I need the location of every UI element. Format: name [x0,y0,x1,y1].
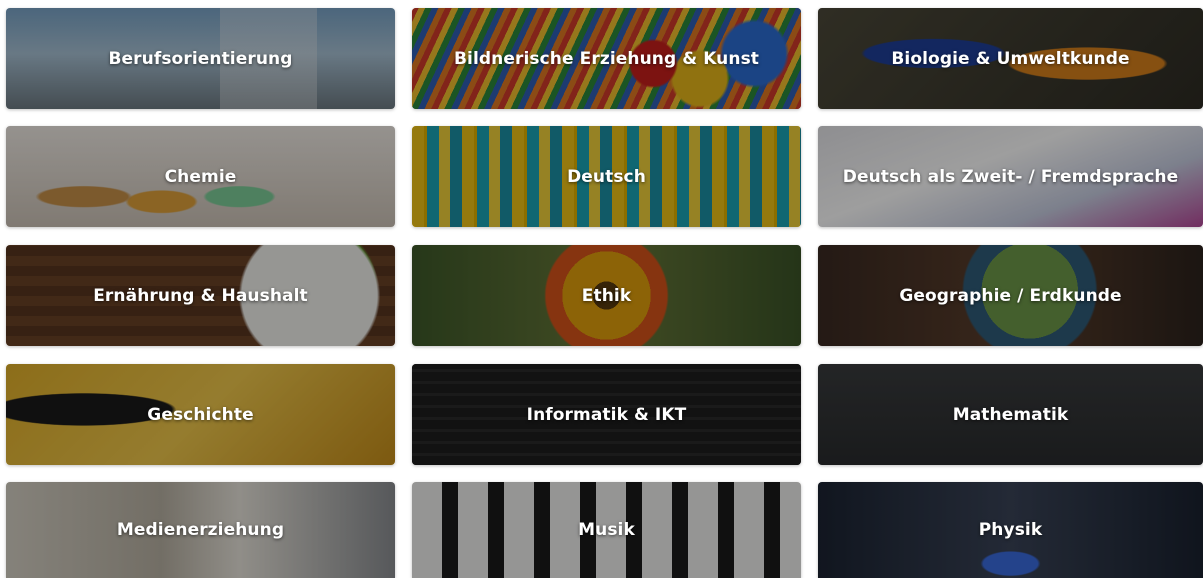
tile-label: Geographie / Erdkunde [899,285,1122,306]
tile-medienerziehung[interactable]: Medienerziehung [6,482,395,578]
tile-musik[interactable]: Musik [412,482,801,578]
tile-mathematik[interactable]: Mathematik [818,364,1203,465]
tile-label: Mathematik [952,404,1069,425]
tile-label: Physik [978,520,1043,540]
tile-label: Musik [578,520,635,540]
tile-label: Berufsorientierung [108,48,293,69]
tile-label: Ernährung & Haushalt [93,285,308,306]
tile-label: Informatik & IKT [526,404,687,425]
tile-label: Deutsch [567,166,646,187]
tile-label: Bildnerische Erziehung & Kunst [453,48,760,69]
tile-deutsch-als-zweit-fremdsprache[interactable]: Deutsch als Zweit- / Fremdsprache [818,126,1203,227]
tile-informatik-ikt[interactable]: Informatik & IKT [412,364,801,465]
tile-label: Deutsch als Zweit- / Fremdsprache [842,166,1179,187]
tile-label: Ethik [581,285,632,306]
tile-label: Medienerziehung [116,520,285,540]
tile-geschichte[interactable]: Geschichte [6,364,395,465]
tile-ernaehrung-haushalt[interactable]: Ernährung & Haushalt [6,245,395,346]
tile-deutsch[interactable]: Deutsch [412,126,801,227]
tile-bildnerische-erziehung-kunst[interactable]: Bildnerische Erziehung & Kunst [412,8,801,109]
tile-label: Geschichte [147,404,254,425]
tile-biologie-umweltkunde[interactable]: Biologie & Umweltkunde [818,8,1203,109]
tile-chemie[interactable]: Chemie [6,126,395,227]
tile-physik[interactable]: Physik [818,482,1203,578]
tile-label: Biologie & Umweltkunde [891,48,1130,69]
subject-grid: Berufsorientierung Bildnerische Erziehun… [0,0,1203,578]
tile-ethik[interactable]: Ethik [412,245,801,346]
tile-label: Chemie [164,166,237,187]
tile-geographie-erdkunde[interactable]: Geographie / Erdkunde [818,245,1203,346]
tile-berufsorientierung[interactable]: Berufsorientierung [6,8,395,109]
